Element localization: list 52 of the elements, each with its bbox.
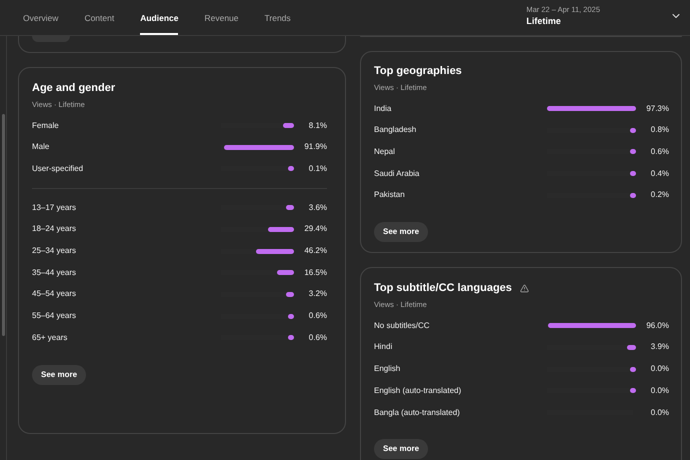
row-value: 0.1%	[308, 162, 327, 175]
tab[interactable]: Revenue	[204, 12, 239, 35]
row-label: Bangla (auto-translated)	[374, 406, 461, 419]
row-label: 13–17 years	[32, 202, 78, 214]
row-value: 0.0%	[650, 406, 669, 419]
tab[interactable]: Audience	[140, 12, 178, 35]
row-value: 3.2%	[308, 288, 327, 300]
row-label: 55–64 years	[32, 310, 78, 322]
tab[interactable]: Content	[84, 12, 114, 35]
row-value: 96.0%	[645, 320, 669, 332]
row-label: Male	[32, 141, 50, 154]
row-label: 45–54 years	[32, 288, 78, 300]
see-more-button[interactable]: See more	[32, 364, 86, 385]
row-value: 0.6%	[308, 310, 327, 322]
row-value: 8.1%	[308, 120, 327, 132]
row-value: 3.6%	[308, 202, 327, 214]
row-label: Bangladesh	[374, 124, 418, 136]
card-title: Age and gender	[32, 81, 116, 96]
see-more-button[interactable]: See more	[374, 222, 428, 242]
card-title: Top subtitle/CC languages	[374, 281, 512, 296]
row-value: 0.4%	[650, 168, 669, 180]
row-label: 18–24 years	[32, 223, 78, 236]
row-value: 46.2%	[303, 245, 327, 258]
row-label: No subtitles/CC	[374, 320, 431, 332]
row-label: Pakistan	[374, 189, 406, 202]
row-label: 25–34 years	[32, 245, 78, 258]
row-value: 3.9%	[650, 341, 669, 354]
row-label: English	[374, 363, 402, 376]
row-label: Hindi	[374, 341, 394, 354]
row-value: 0.0%	[650, 363, 669, 376]
row-label: India	[374, 102, 392, 115]
row-label: 35–44 years	[32, 266, 78, 279]
row-value: 0.0%	[650, 384, 669, 397]
tab[interactable]: Trends	[264, 12, 291, 35]
row-label: 65+ years	[32, 332, 68, 344]
row-label: Nepal	[374, 146, 396, 158]
row-value: 97.3%	[645, 102, 669, 115]
row-value: 0.2%	[650, 189, 669, 202]
period-label: Lifetime	[526, 15, 562, 28]
row-label: Female	[32, 120, 60, 132]
row-label: User-specified	[32, 162, 84, 175]
row-value: 29.4%	[303, 223, 327, 236]
see-more-button[interactable]: See more	[374, 439, 428, 460]
row-value: 0.6%	[308, 332, 327, 344]
row-value: 16.5%	[303, 266, 327, 279]
row-value: 0.8%	[650, 124, 669, 136]
card-title: Top geographies	[374, 64, 462, 79]
row-label: English (auto-translated)	[374, 384, 462, 397]
tab[interactable]: Overview	[23, 12, 58, 35]
row-value: 0.6%	[650, 146, 669, 158]
row-label: Saudi Arabia	[374, 168, 420, 180]
row-value: 91.9%	[303, 141, 327, 154]
